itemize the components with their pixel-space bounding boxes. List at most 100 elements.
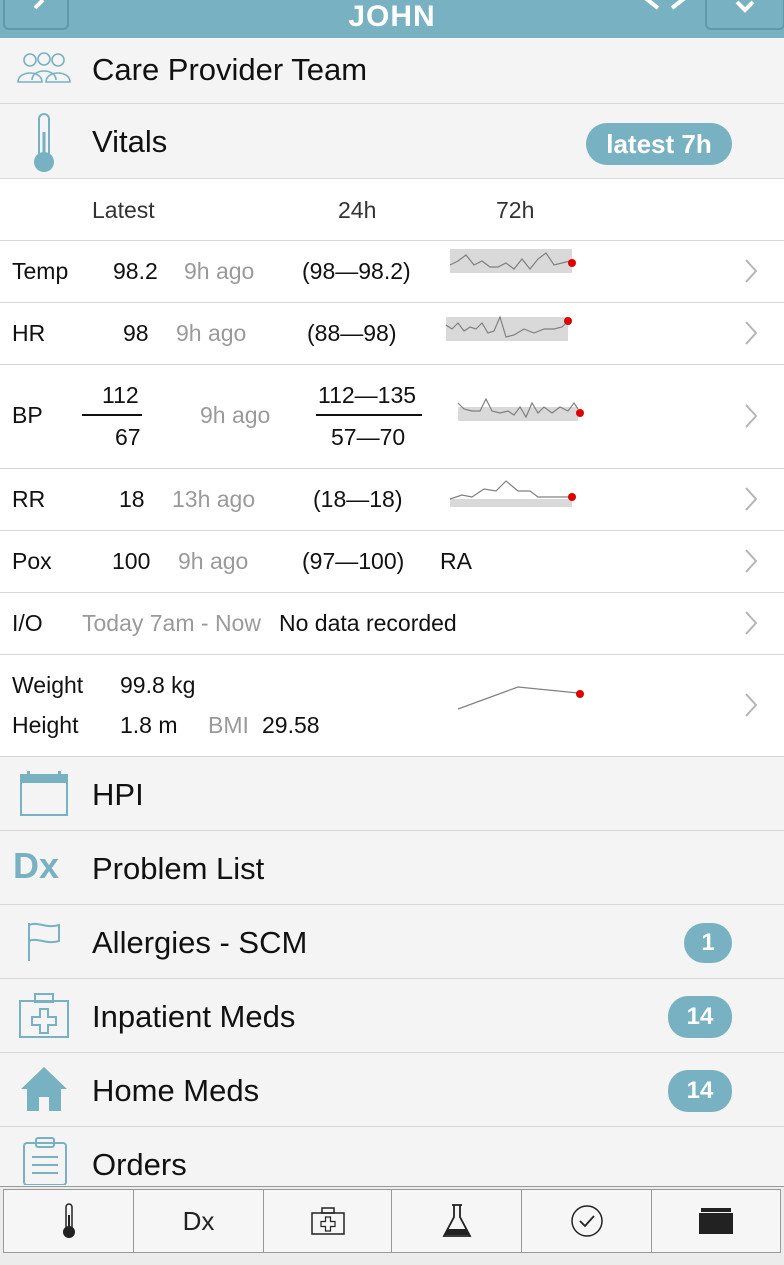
bp-diastolic-range: 57—70 xyxy=(331,424,406,450)
tab-tasks[interactable] xyxy=(521,1189,652,1253)
pox-label: Pox xyxy=(12,548,52,574)
bmi-value: 29.58 xyxy=(262,712,320,738)
chevron-right-icon xyxy=(745,259,758,283)
rr-value: 18 xyxy=(119,486,145,512)
care-provider-team-row[interactable]: Care Provider Team xyxy=(0,38,784,104)
medical-kit-icon xyxy=(310,1207,345,1235)
pox-range: (97—100) xyxy=(302,548,405,574)
problem-list-label: Problem List xyxy=(92,851,265,886)
medical-kit-icon xyxy=(19,993,69,1038)
hr-label: HR xyxy=(12,320,46,346)
flag-icon xyxy=(28,922,60,961)
tab-dx-label: Dx xyxy=(182,1205,215,1236)
rr-sparkline xyxy=(449,480,576,507)
column-72h: 72h xyxy=(496,197,535,223)
hpi-row[interactable]: HPI xyxy=(0,757,784,831)
pox-value: 100 xyxy=(112,548,151,574)
hpi-label: HPI xyxy=(92,777,144,812)
inpatient-meds-label: Inpatient Meds xyxy=(92,999,296,1034)
home-meds-count-badge: 14 xyxy=(668,1070,732,1112)
home-icon xyxy=(21,1067,67,1111)
bp-range-line xyxy=(316,414,422,416)
care-provider-team-label: Care Provider Team xyxy=(92,52,368,87)
column-24h: 24h xyxy=(338,197,377,223)
chevron-right-icon xyxy=(745,693,758,717)
chevron-right-icon xyxy=(745,611,758,635)
weight-height-row[interactable]: Weight 99.8 kg Height 1.8 m BMI 29.58 xyxy=(0,655,784,757)
bp-row[interactable]: BP 112 67 9h ago 112—135 57—70 xyxy=(0,365,784,469)
chevron-right-icon xyxy=(745,549,758,573)
column-latest: Latest xyxy=(92,197,155,223)
weight-label: Weight xyxy=(12,672,84,698)
dx-icon: Dx xyxy=(13,845,60,886)
inpatient-meds-row[interactable]: Inpatient Meds 14 xyxy=(0,979,784,1053)
hr-row[interactable]: HR 98 9h ago (88—98) xyxy=(0,303,784,365)
weight-sparkline xyxy=(457,686,584,710)
vitals-row[interactable]: Vitals latest 7h xyxy=(0,104,784,179)
tab-documents[interactable] xyxy=(651,1189,781,1253)
chevron-right-icon xyxy=(745,404,758,428)
tab-medications[interactable] xyxy=(263,1189,392,1253)
temp-row[interactable]: Temp 98.2 9h ago (98—98.2) xyxy=(0,241,784,303)
orders-label: Orders xyxy=(92,1147,187,1182)
rr-row[interactable]: RR 18 13h ago (18—18) xyxy=(0,469,784,531)
vitals-label: Vitals xyxy=(92,124,168,159)
bottom-tab-bar: Dx xyxy=(0,1186,784,1265)
bp-systolic-range: 112—135 xyxy=(318,382,417,408)
menu-button[interactable] xyxy=(705,0,784,30)
vitals-latest-badge: latest 7h xyxy=(586,123,732,165)
tab-labs[interactable] xyxy=(391,1189,522,1253)
home-meds-row[interactable]: Home Meds 14 xyxy=(0,1053,784,1127)
io-row[interactable]: I/O Today 7am - Now No data recorded xyxy=(0,593,784,655)
orders-row[interactable]: Orders xyxy=(0,1127,784,1186)
folder-stack-icon xyxy=(699,1208,733,1234)
checkmark-circle-icon xyxy=(570,1205,603,1237)
bp-diastolic: 67 xyxy=(115,424,141,450)
close-icon[interactable] xyxy=(636,0,694,14)
hr-ago: 9h ago xyxy=(176,320,247,346)
bp-fraction-line xyxy=(82,414,142,416)
home-meds-label: Home Meds xyxy=(92,1073,260,1108)
temp-range: (98—98.2) xyxy=(302,258,411,284)
flask-icon xyxy=(442,1204,471,1237)
pox-row[interactable]: Pox 100 9h ago (97—100) RA xyxy=(0,531,784,593)
top-bar: JOHN xyxy=(0,0,784,38)
bmi-label: BMI xyxy=(208,712,249,738)
rr-ago: 13h ago xyxy=(172,486,256,512)
height-label: Height xyxy=(12,712,79,738)
thermometer-icon xyxy=(62,1203,75,1238)
tab-problem-list[interactable]: Dx xyxy=(133,1189,264,1253)
clipboard-icon xyxy=(23,1137,67,1185)
io-label: I/O xyxy=(12,610,43,636)
team-icon xyxy=(17,52,71,83)
tab-vitals[interactable] xyxy=(3,1189,134,1253)
temp-label: Temp xyxy=(12,258,69,284)
height-value: 1.8 m xyxy=(120,712,178,738)
temp-value: 98.2 xyxy=(113,258,158,284)
chevron-down-icon xyxy=(735,0,755,13)
allergies-count-badge: 1 xyxy=(684,923,732,963)
temp-ago: 9h ago xyxy=(184,258,255,284)
hr-sparkline xyxy=(445,315,572,341)
bp-ago: 9h ago xyxy=(200,402,271,428)
io-status: No data recorded xyxy=(279,610,457,636)
allergies-label: Allergies - SCM xyxy=(92,925,308,960)
bp-systolic: 112 xyxy=(102,382,139,408)
chevron-right-icon xyxy=(745,487,758,511)
rr-label: RR xyxy=(12,486,46,512)
chevron-right-icon xyxy=(745,321,758,345)
problem-list-row[interactable]: Dx Problem List xyxy=(0,831,784,905)
temp-sparkline xyxy=(449,249,576,273)
thermometer-icon xyxy=(34,113,54,172)
io-period: Today 7am - Now xyxy=(82,610,261,636)
inpatient-meds-count-badge: 14 xyxy=(668,996,732,1038)
vitals-column-header: Latest 24h 72h xyxy=(0,179,784,241)
hr-range: (88—98) xyxy=(307,320,397,346)
calendar-icon xyxy=(20,771,68,816)
weight-value: 99.8 kg xyxy=(120,672,196,698)
pox-oxygen-source: RA xyxy=(440,548,472,574)
bp-label: BP xyxy=(12,402,43,428)
hr-value: 98 xyxy=(123,320,149,346)
bp-sparkline xyxy=(457,397,584,421)
allergies-row[interactable]: Allergies - SCM 1 xyxy=(0,905,784,979)
